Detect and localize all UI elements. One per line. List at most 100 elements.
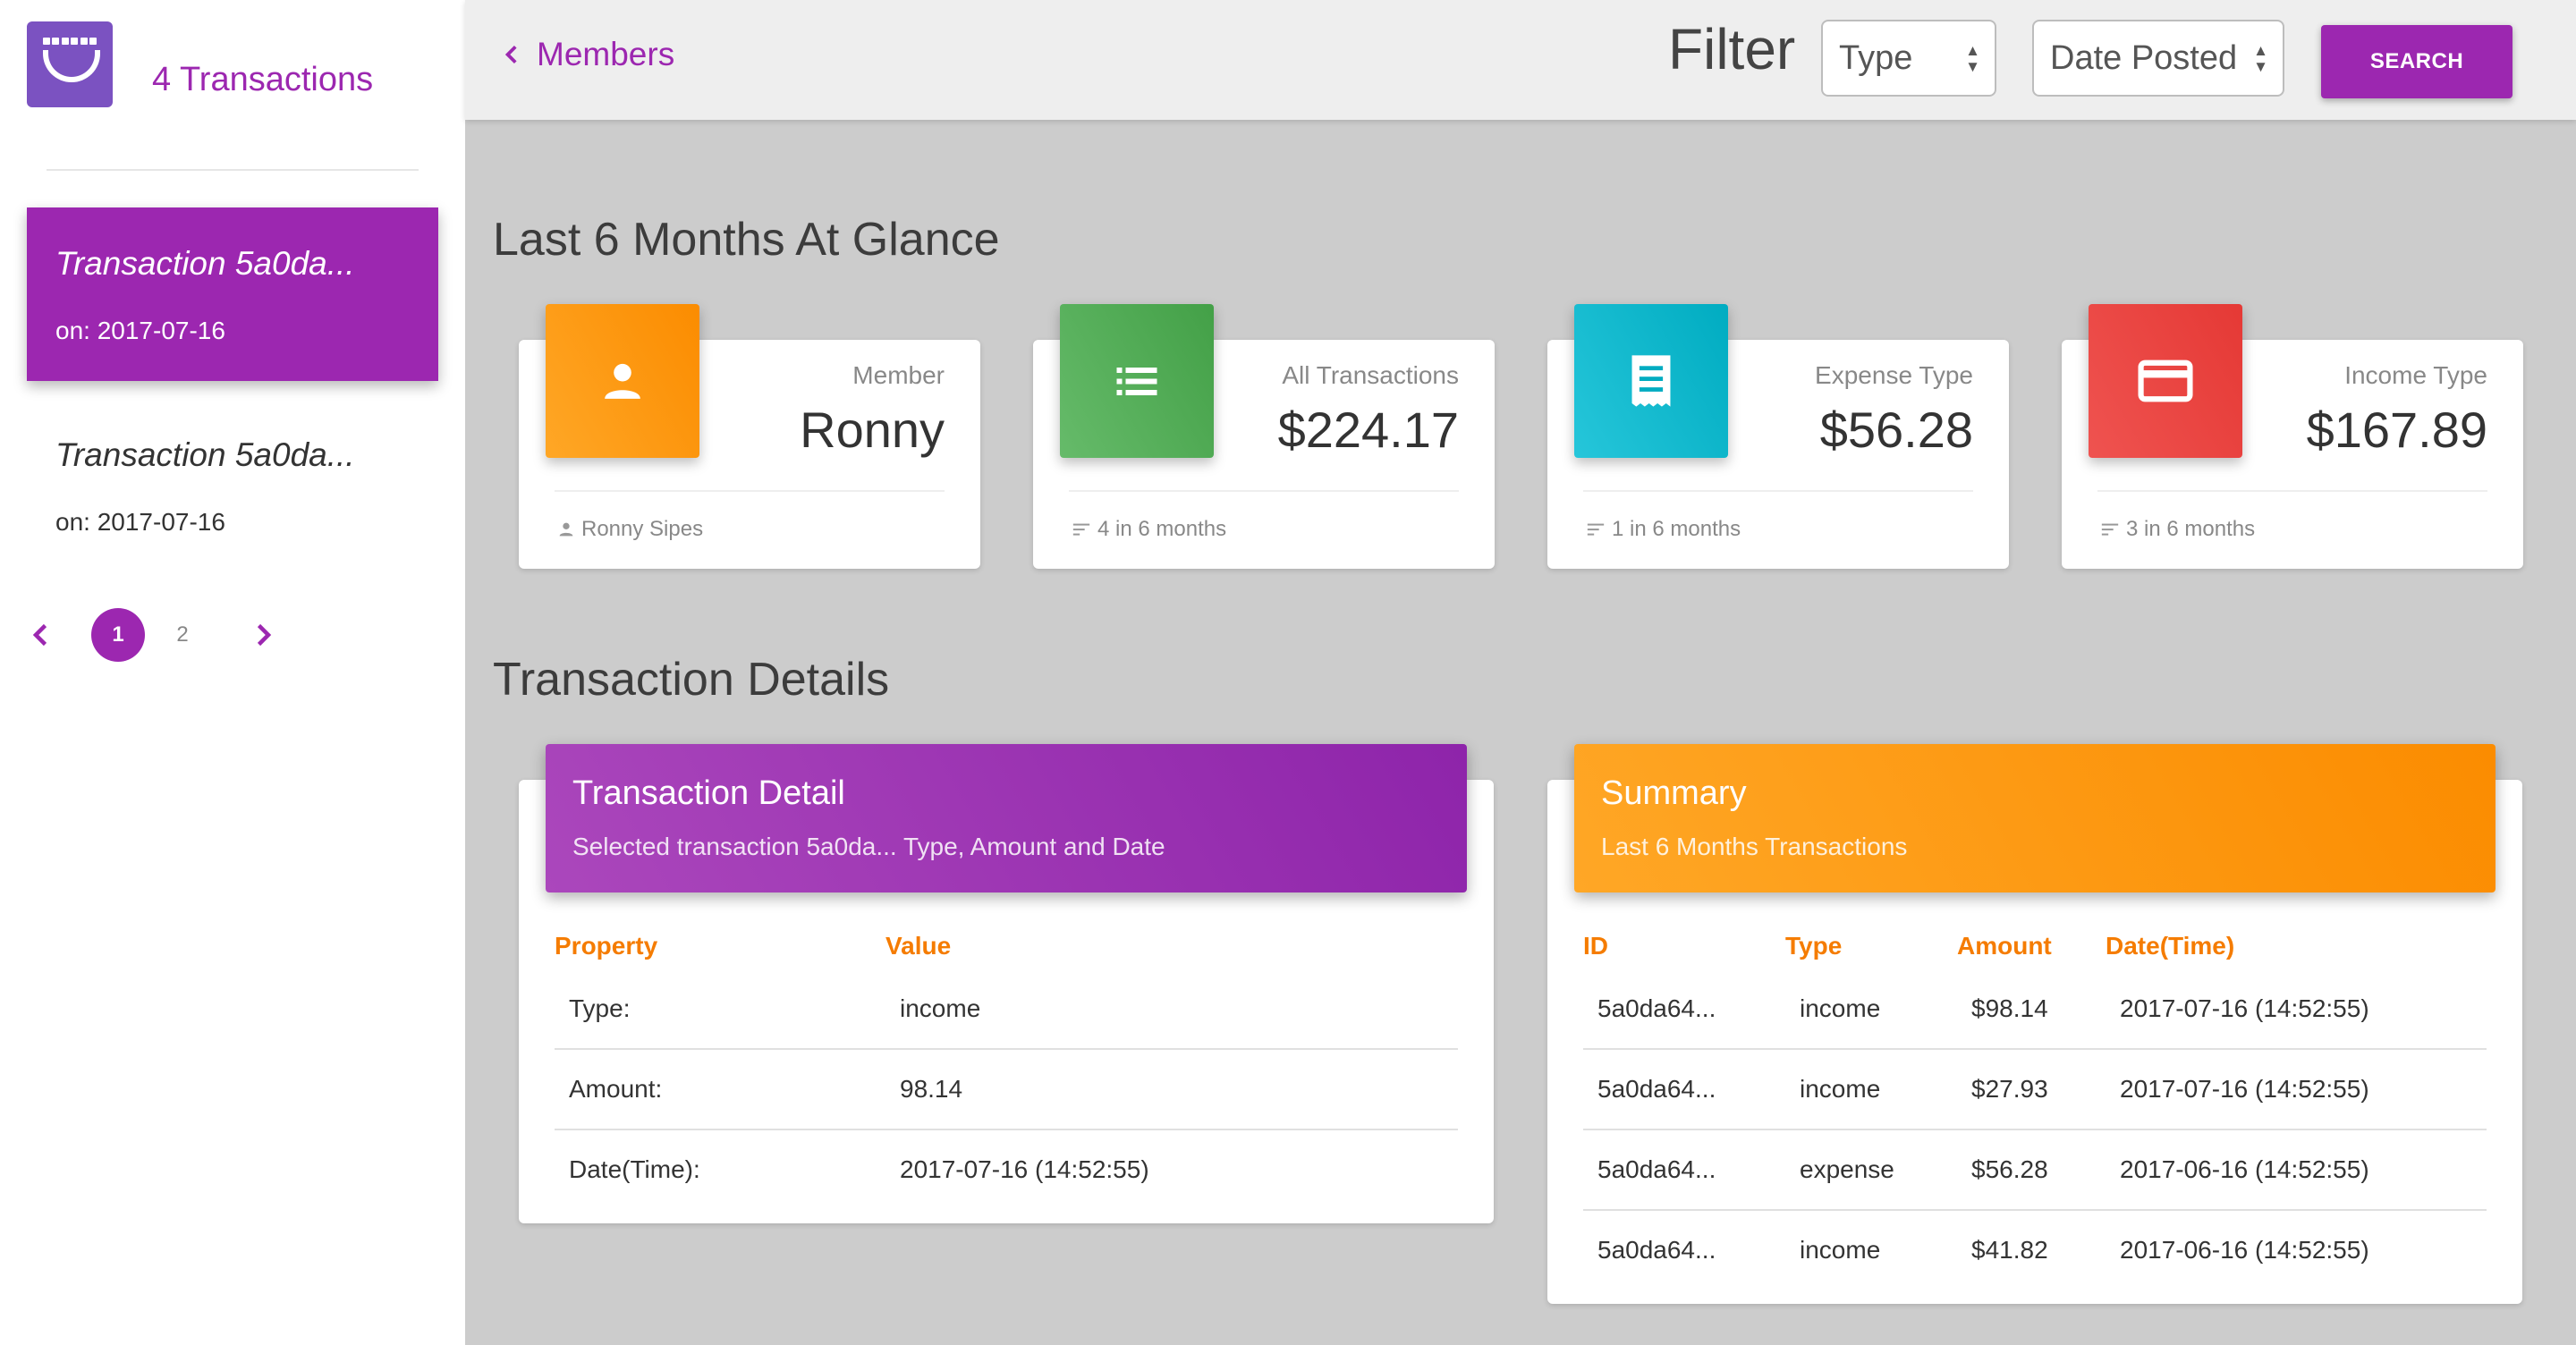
logo-smile [43,50,100,82]
list-icon [1060,304,1214,458]
detail-table: Property Value Type: income Amount: 98.1… [555,923,1458,1209]
cell: $41.82 [1971,1236,2048,1264]
select-arrows-icon: ▲ ▼ [2253,42,2268,75]
summary-panel: Summary Last 6 Months Transactions ID Ty… [1547,744,2522,1304]
sidebar-title: 4 Transactions [152,61,374,98]
table-row: Date(Time): 2017-07-16 (14:52:55) [555,1130,1458,1209]
cell: 5a0da64... [1597,1236,1716,1264]
logo-dots [43,38,97,50]
date-select-value: Date Posted [2050,39,2238,77]
cell: $98.14 [1971,994,2048,1022]
table-row: 5a0da64... income $98.14 2017-07-16 (14:… [1583,969,2487,1050]
cell: income [1800,1236,1881,1264]
cell: income [900,994,981,1022]
cell: 2017-06-16 (14:52:55) [2120,1155,2369,1183]
income-type-stat-card: Income Type $167.89 3 in 6 months [2062,304,2523,569]
person-icon [546,304,699,458]
stat-footer: Ronny Sipes [556,517,703,542]
stat-value: $224.17 [1277,402,1459,458]
stat-divider [1069,490,1459,492]
column-header: Amount [1957,932,2052,960]
cell: 2017-07-16 (14:52:55) [900,1155,1149,1183]
panel-title: Transaction Detail [572,774,845,812]
top-bar: Members Filter Type ▲ ▼ Date Posted ▲ ▼ SE… [465,0,2576,120]
stat-footer-text: 1 in 6 months [1612,517,1741,541]
all-transactions-stat-card: All Transactions $224.17 4 in 6 months [1033,304,1495,569]
cell: 2017-06-16 (14:52:55) [2120,1236,2369,1264]
table-header: Property Value [555,923,1458,969]
stat-label: Expense Type [1815,361,1973,389]
chevron-left-icon [504,45,517,64]
cell: 98.14 [900,1075,963,1103]
cell: 5a0da64... [1597,1075,1716,1103]
stat-divider [555,490,945,492]
date-posted-select[interactable]: Date Posted ▲ ▼ [2032,20,2284,97]
filter-label: Filter [1668,17,1796,81]
transaction-list-item[interactable]: Transaction 5a0da... on: 2017-07-16 [27,399,438,572]
cell: 2017-07-16 (14:52:55) [2120,994,2369,1022]
type-select-value: Type [1839,39,1913,77]
prev-page-icon[interactable] [25,619,57,651]
back-to-members-link[interactable]: Members [501,32,674,77]
summary-table: ID Type Amount Date(Time) 5a0da64... inc… [1583,923,2487,1290]
transaction-item-date: on: 2017-07-16 [55,508,225,536]
column-header: Property [555,932,658,960]
stat-label: Income Type [2344,361,2487,389]
transaction-detail-header: Transaction Detail Selected transaction … [546,744,1467,892]
column-header: ID [1583,932,1608,960]
table-row: 5a0da64... income $27.93 2017-07-16 (14:… [1583,1050,2487,1130]
cell: income [1800,1075,1881,1103]
select-arrows-icon: ▲ ▼ [1965,42,1980,75]
panel-title: Summary [1601,774,1747,812]
stat-value: $56.28 [1819,402,1973,458]
page-2-button[interactable]: 2 [156,608,209,662]
sort-lines-icon [2101,523,2119,536]
stat-footer: 1 in 6 months [1585,517,1741,542]
transaction-list-item-active[interactable]: Transaction 5a0da... on: 2017-07-16 [27,207,438,381]
back-label: Members [537,36,675,72]
sidebar-divider [47,169,419,171]
transaction-item-date: on: 2017-07-16 [55,317,225,344]
cell: 5a0da64... [1597,1155,1716,1183]
pagination: 1 2 [0,608,465,662]
stat-divider [1583,490,1973,492]
stat-footer: 4 in 6 months [1071,517,1226,542]
stat-label: All Transactions [1282,361,1459,389]
cell: income [1800,994,1881,1022]
summary-header: Summary Last 6 Months Transactions [1574,744,2496,892]
table-row: 5a0da64... income $41.82 2017-06-16 (14:… [1583,1211,2487,1290]
table-row: Amount: 98.14 [555,1050,1458,1130]
cell: $27.93 [1971,1075,2048,1103]
table-row: Type: income [555,969,1458,1050]
cell: 2017-07-16 (14:52:55) [2120,1075,2369,1103]
stat-value: $167.89 [2306,402,2487,458]
stat-footer-text: Ronny Sipes [581,517,704,541]
panel-subtitle: Selected transaction 5a0da... Type, Amou… [572,833,1165,860]
type-select[interactable]: Type ▲ ▼ [1821,20,1996,97]
glance-section-title: Last 6 Months At Glance [493,214,1000,266]
stat-footer-text: 3 in 6 months [2126,517,2256,541]
details-section-title: Transaction Details [493,654,890,706]
sort-lines-icon [1072,523,1090,536]
column-header: Type [1785,932,1843,960]
transaction-item-title: Transaction 5a0da... [55,436,355,473]
transaction-item-title: Transaction 5a0da... [55,245,355,282]
stat-label: Member [852,361,945,389]
search-button[interactable]: SEARCH [2321,25,2512,98]
cell: 5a0da64... [1597,994,1716,1022]
table-header: ID Type Amount Date(Time) [1583,923,2487,969]
credit-card-icon [2089,304,2242,458]
cell: expense [1800,1155,1894,1183]
app-logo[interactable] [27,21,113,107]
stat-divider [2097,490,2487,492]
member-stat-card: Member Ronny Ronny Sipes [519,304,980,569]
cell: $56.28 [1971,1155,2048,1183]
stat-footer-text: 4 in 6 months [1097,517,1227,541]
sidebar: 4 Transactions Transaction 5a0da... on: … [0,0,465,1345]
transaction-detail-panel: Transaction Detail Selected transaction … [519,744,1494,1223]
page-1-button[interactable]: 1 [91,608,145,662]
expense-type-stat-card: Expense Type $56.28 1 in 6 months [1547,304,2009,569]
next-page-icon[interactable] [247,619,279,651]
stat-value: Ronny [800,402,945,458]
cell: Amount: [569,1075,663,1103]
